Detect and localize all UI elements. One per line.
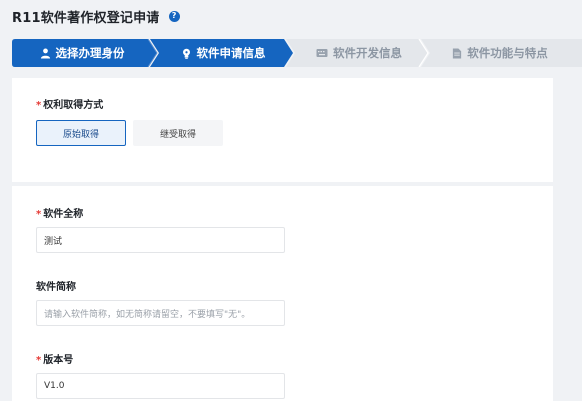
software-short-name-input[interactable]: 请输入软件简称，如无简称请留空，不要填写"无"。 <box>36 300 285 326</box>
input-value: V1.0 <box>44 381 65 391</box>
required-marker: * <box>36 100 42 111</box>
rights-acquisition-label-text: 权利取得方式 <box>43 100 104 111</box>
software-full-name-input[interactable]: 测试 <box>36 227 285 253</box>
original-acquisition-button[interactable]: 原始取得 <box>36 120 126 146</box>
rights-acquisition-section: * 权利取得方式 原始取得 继受取得 <box>12 78 553 182</box>
input-value: 测试 <box>44 236 63 247</box>
software-full-name-label: * 软件全称 <box>36 205 83 220</box>
software-basic-info-section: * 软件全称 测试 软件简称 请输入软件简称，如无简称请留空，不要填写"无"。 *… <box>12 186 553 401</box>
lightbulb-icon <box>181 48 192 59</box>
version-label: * 版本号 <box>36 351 73 366</box>
input-placeholder: 请输入软件简称，如无简称请留空，不要填写"无"。 <box>44 309 251 320</box>
page-header: R11软件著作权登记申请 ? <box>12 6 180 26</box>
page-title: R11软件著作权登记申请 <box>12 10 160 26</box>
keyboard-icon <box>316 48 328 58</box>
rights-acquisition-label: * 权利取得方式 <box>36 96 103 111</box>
step-software-development-info[interactable]: 软件开发信息 <box>294 39 424 67</box>
step-progress-bar: 选择办理身份 软件申请信息 软件开发信息 软件功能与特点 <box>12 39 582 67</box>
version-label-text: 版本号 <box>43 355 74 366</box>
required-marker: * <box>36 355 42 366</box>
inherited-acquisition-button[interactable]: 继受取得 <box>133 120 223 146</box>
version-input[interactable]: V1.0 <box>36 373 285 399</box>
step-label: 软件功能与特点 <box>467 46 548 60</box>
step-label: 选择办理身份 <box>55 46 125 60</box>
software-short-name-label: 软件简称 <box>36 278 76 293</box>
document-icon <box>452 47 462 59</box>
step-software-application-info[interactable]: 软件申请信息 <box>157 39 289 67</box>
software-full-name-label-text: 软件全称 <box>43 209 84 220</box>
question-circle-icon[interactable]: ? <box>168 10 180 22</box>
required-marker: * <box>36 209 42 220</box>
step-choose-identity[interactable]: 选择办理身份 <box>12 39 152 67</box>
user-icon <box>40 48 51 59</box>
software-short-name-label-text: 软件简称 <box>36 282 76 293</box>
step-label: 软件开发信息 <box>333 46 402 60</box>
step-label: 软件申请信息 <box>196 46 266 60</box>
step-software-features[interactable]: 软件功能与特点 <box>430 39 570 67</box>
